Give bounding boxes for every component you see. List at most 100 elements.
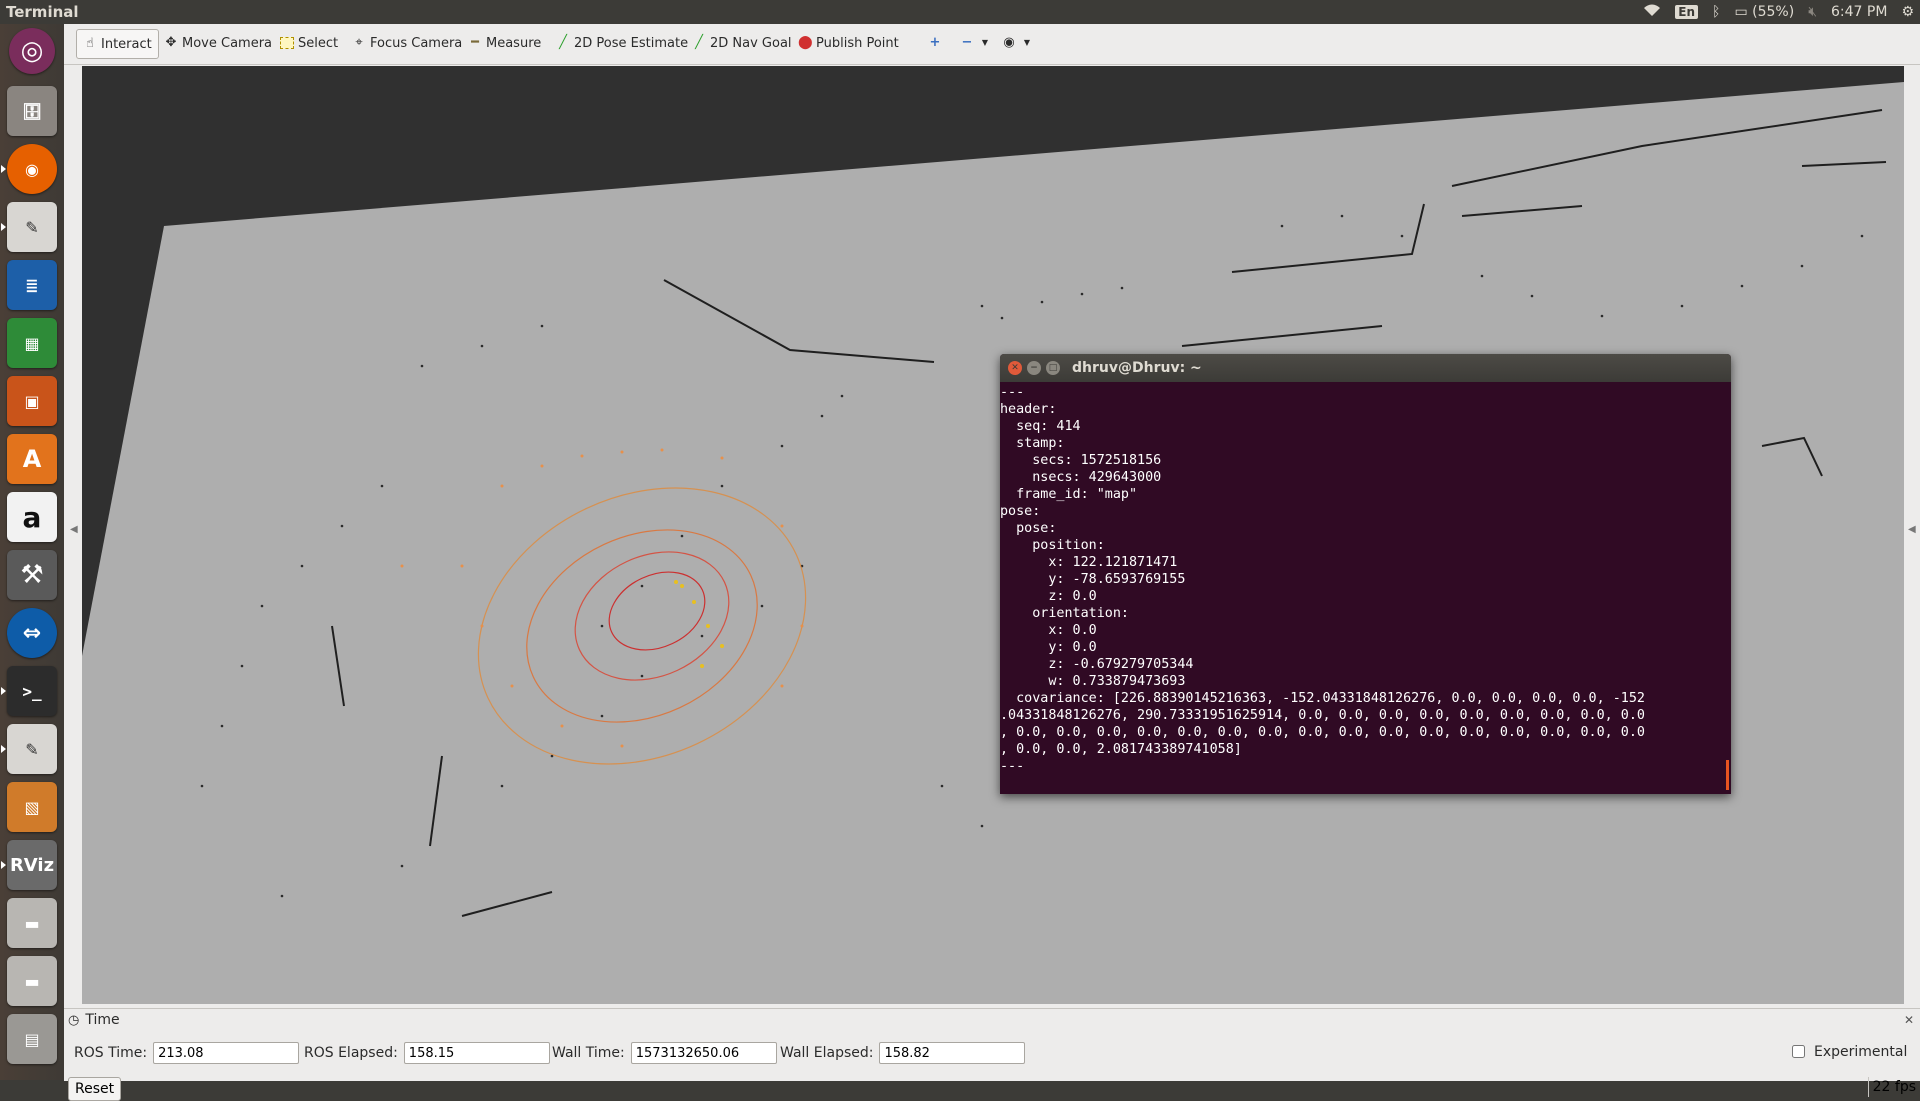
amazon-icon[interactable]: a	[7, 492, 57, 542]
publish-point-label: Publish Point	[816, 35, 899, 51]
keyboard-layout-indicator[interactable]: En	[1675, 5, 1699, 19]
battery-icon: ▭	[1734, 4, 1748, 20]
writer-icon[interactable]: ≣	[7, 260, 57, 310]
chevron-down-icon: ▼	[1023, 38, 1031, 47]
terminal-output[interactable]: --- header: seq: 414 stamp: secs: 157251…	[1000, 382, 1731, 789]
clock[interactable]: 6:47 PM	[1831, 4, 1887, 20]
firefox-icon[interactable]: ◉	[1, 144, 57, 194]
focus-camera-tool[interactable]: ⌖ Focus Camera	[346, 29, 468, 57]
3d-viewport[interactable]: ✕ − □ dhruv@Dhruv: ~ --- header: seq: 41…	[82, 66, 1904, 1004]
ros-elapsed-label: ROS Elapsed:	[304, 1045, 398, 1061]
terminal-line: x: 0.0	[1048, 623, 1097, 638]
top-panel: Terminal En ᛒ ▭ (55%) 🔇︎ 6:47 PM ⚙	[0, 0, 1920, 24]
terminal-line: frame_id: "map"	[1016, 487, 1138, 502]
active-window-title: Terminal	[6, 3, 79, 21]
publish-point-tool[interactable]: ⬤ Publish Point	[792, 29, 905, 57]
volume-muted-icon[interactable]: 🔇︎	[1808, 4, 1817, 20]
gedit-icon[interactable]: ✎	[1, 724, 57, 774]
impress-icon[interactable]: ▣	[7, 376, 57, 426]
system-settings-icon[interactable]: ⚒	[7, 550, 57, 600]
wall-elapsed-label: Wall Elapsed:	[780, 1045, 874, 1061]
remove-tool-button[interactable]: − ▼	[954, 29, 998, 57]
trash-icon[interactable]: ▤	[7, 1014, 57, 1064]
rviz-toolbar: ☝ Interact ✥ Move Camera Select ⌖ Focus …	[64, 24, 1920, 65]
drive-icon-2[interactable]: ▬	[7, 956, 57, 1006]
drive-icon[interactable]: ▬	[7, 898, 57, 948]
terminal-scrollbar[interactable]	[1726, 760, 1729, 790]
terminal-line: orientation:	[1032, 606, 1129, 621]
gear-icon[interactable]: ⚙	[1901, 4, 1914, 20]
terminal-title: dhruv@Dhruv: ~	[1072, 360, 1202, 376]
ros-elapsed-group: ROS Elapsed:	[304, 1042, 550, 1064]
terminal-line: z: -0.679279705344	[1048, 657, 1194, 672]
add-tool-button[interactable]: +	[922, 29, 948, 57]
ros-elapsed-field[interactable]	[403, 1042, 550, 1064]
files-icon[interactable]: 🗄︎	[7, 86, 57, 136]
pose-estimate-tool[interactable]: ╱ 2D Pose Estimate	[550, 29, 694, 57]
terminal-titlebar[interactable]: ✕ − □ dhruv@Dhruv: ~	[1000, 354, 1731, 382]
wall-elapsed-field[interactable]	[879, 1042, 1026, 1064]
ros-time-group: ROS Time:	[74, 1042, 300, 1064]
terminal-line: position:	[1032, 538, 1105, 553]
experimental-label: Experimental	[1814, 1043, 1908, 1060]
chevron-down-icon: ▼	[981, 38, 989, 47]
minimize-icon[interactable]: −	[1027, 361, 1041, 375]
terminal-line: ---	[1000, 385, 1025, 400]
experimental-checkbox[interactable]	[1792, 1045, 1805, 1058]
teamviewer-icon[interactable]: ⇔	[7, 608, 57, 658]
ruler-icon: ━	[471, 35, 479, 50]
eye-icon: ◉	[1003, 35, 1015, 50]
ros-time-label: ROS Time:	[74, 1045, 148, 1061]
maximize-icon[interactable]: □	[1046, 361, 1060, 375]
select-label: Select	[298, 35, 339, 51]
interact-label: Interact	[101, 36, 152, 52]
terminal-line: ---	[1000, 759, 1025, 774]
terminal-line: stamp:	[1016, 436, 1065, 451]
ubuntu-dash-icon[interactable]: ◎	[9, 28, 55, 74]
select-icon	[280, 37, 294, 49]
minus-icon: −	[961, 35, 973, 50]
measure-tool[interactable]: ━ Measure	[462, 29, 547, 57]
terminal-line: covariance: [226.88390145216363, -152.04…	[1016, 691, 1645, 706]
ros-time-field[interactable]	[153, 1042, 300, 1064]
bluetooth-icon[interactable]: ᛒ	[1712, 4, 1720, 20]
wifi-icon[interactable]	[1643, 3, 1661, 21]
wall-time-field[interactable]	[630, 1042, 777, 1064]
hand-icon: ☝	[86, 36, 94, 51]
experimental-group: Experimental	[1788, 1042, 1907, 1061]
terminal-line: pose:	[1000, 504, 1041, 519]
close-icon[interactable]: ✕	[1008, 361, 1022, 375]
terminal-line: secs: 1572518156	[1032, 453, 1162, 468]
rviz-icon[interactable]: RViz	[1, 840, 57, 890]
close-icon[interactable]: ✕	[1904, 1013, 1914, 1027]
right-dock-handle[interactable]: ◀	[1908, 524, 1918, 535]
software-center-icon[interactable]: A	[7, 434, 57, 484]
terminal-line: z: 0.0	[1048, 589, 1097, 604]
fps-counter: 22 fps	[1867, 1077, 1920, 1097]
reset-button[interactable]: Reset	[68, 1077, 122, 1101]
wall-time-label: Wall Time:	[552, 1045, 625, 1061]
clock-icon: ◷	[68, 1012, 80, 1028]
text-editor-icon[interactable]: ✎	[1, 202, 57, 252]
wall-time-group: Wall Time:	[552, 1042, 777, 1064]
calc-icon[interactable]: ▦	[7, 318, 57, 368]
nav-goal-label: 2D Nav Goal	[710, 35, 792, 51]
select-tool[interactable]: Select	[274, 29, 344, 57]
view-options-button[interactable]: ◉ ▼	[996, 29, 1040, 57]
battery-indicator[interactable]: ▭ (55%)	[1734, 4, 1794, 20]
move-camera-tool[interactable]: ✥ Move Camera	[158, 29, 278, 57]
terminal-line: nsecs: 429643000	[1032, 470, 1162, 485]
workspaces-icon[interactable]: ▧	[7, 782, 57, 832]
interact-tool[interactable]: ☝ Interact	[76, 29, 159, 59]
map-pin-icon: ⬤	[798, 35, 813, 50]
left-dock-handle[interactable]: ◀	[70, 524, 80, 535]
terminal-line: pose:	[1016, 521, 1057, 536]
wall-elapsed-group: Wall Elapsed:	[780, 1042, 1026, 1064]
time-panel-header: ◷ Time	[68, 1011, 120, 1029]
nav-goal-tool[interactable]: ╱ 2D Nav Goal	[686, 29, 798, 57]
terminal-line: .04331848126276, 290.73331951625914, 0.0…	[1000, 708, 1645, 723]
terminal-window[interactable]: ✕ − □ dhruv@Dhruv: ~ --- header: seq: 41…	[1000, 354, 1731, 794]
focus-camera-label: Focus Camera	[370, 35, 463, 51]
terminal-icon[interactable]: >_	[1, 666, 57, 716]
terminal-line: w: 0.733879473693	[1048, 674, 1186, 689]
